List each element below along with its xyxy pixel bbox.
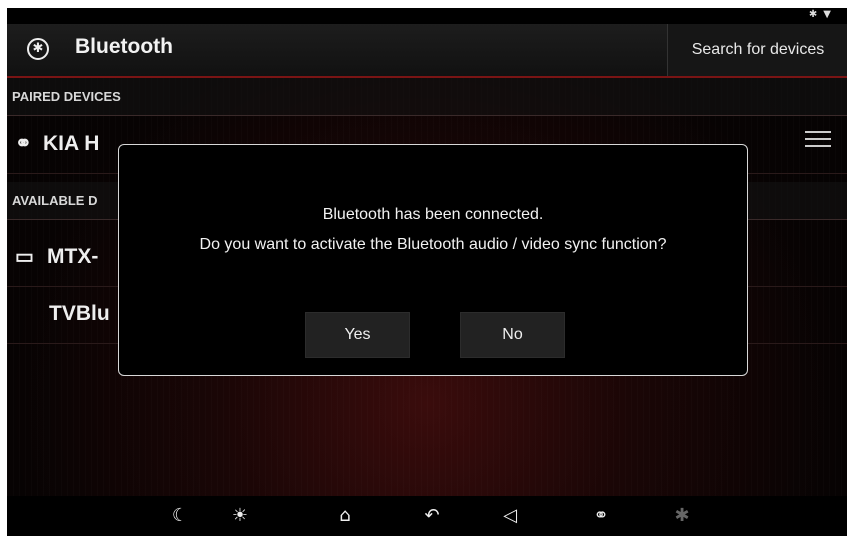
paired-devices-header: PAIRED DEVICES	[7, 78, 847, 116]
yes-button[interactable]: Yes	[305, 312, 410, 358]
back-icon[interactable]: ↶	[417, 504, 447, 528]
headphone-bluetooth-icon[interactable]: ⚭	[586, 504, 616, 528]
laptop-icon: ▭	[15, 246, 34, 268]
device-name: KIA H	[43, 132, 100, 155]
wifi-status-icon: ▼	[823, 9, 837, 20]
no-button[interactable]: No	[460, 312, 565, 358]
device-frame: ✱▼ ✱ Bluetooth Search for devices PAIRED…	[0, 0, 853, 538]
status-bar: ✱▼	[7, 8, 847, 24]
device-settings-icon[interactable]	[805, 131, 831, 153]
brightness-icon[interactable]: ☀	[225, 504, 255, 528]
home-icon[interactable]: ⌂	[330, 504, 360, 528]
volume-icon[interactable]: ◁	[495, 504, 525, 528]
screen: ✱▼ ✱ Bluetooth Search for devices PAIRED…	[7, 8, 847, 536]
dialog-message-line2: Do you want to activate the Bluetooth au…	[199, 236, 667, 253]
bluetooth-status-icon: ✱	[808, 9, 824, 20]
status-icons: ✱▼	[809, 9, 837, 20]
confirm-dialog: Bluetooth has been connected. Do you wan…	[118, 144, 748, 376]
dialog-message-line1: Bluetooth has been connected.	[322, 206, 544, 223]
search-devices-button[interactable]: Search for devices	[667, 24, 847, 76]
title-bar: ✱ Bluetooth Search for devices	[7, 24, 847, 78]
device-name: TVBlu	[49, 302, 110, 325]
bluetooth-audio-icon[interactable]: ✱	[667, 504, 697, 528]
page-title: Bluetooth	[75, 35, 173, 58]
moon-icon[interactable]: ☾	[165, 504, 195, 528]
bluetooth-icon: ✱	[27, 38, 49, 60]
bottom-dock: ☾ ☀ ⌂ ↶ ◁ ⚭ ✱	[7, 496, 847, 536]
device-name: MTX-	[47, 245, 99, 268]
headphone-icon: ⚭	[15, 133, 32, 155]
